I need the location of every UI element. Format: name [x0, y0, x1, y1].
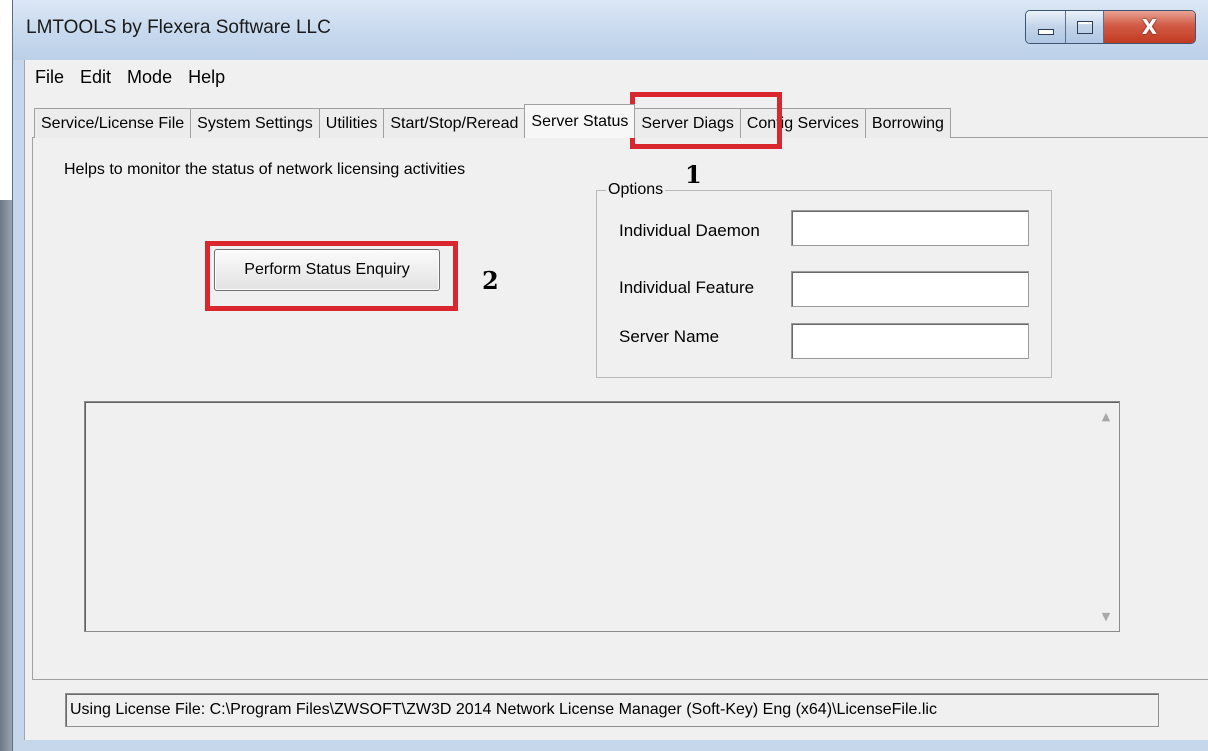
maximize-icon: [1076, 20, 1093, 34]
individual-daemon-label: Individual Daemon: [619, 221, 760, 240]
background-edge: [0, 200, 12, 751]
annotation-step-1: 1: [685, 160, 702, 189]
annotation-box-server-status-tab: [630, 92, 782, 149]
license-file-status: Using License File: C:\Program Files\ZWS…: [65, 693, 1159, 727]
tab-system-settings[interactable]: System Settings: [190, 108, 320, 138]
server-name-input[interactable]: [791, 323, 1029, 359]
individual-feature-label: Individual Feature: [619, 278, 755, 297]
menu-help[interactable]: Help: [182, 67, 231, 88]
status-output-area[interactable]: [84, 401, 1120, 632]
page-description: Helps to monitor the status of network l…: [64, 161, 466, 178]
minimize-button[interactable]: [1026, 11, 1066, 43]
maximize-button[interactable]: [1066, 11, 1104, 43]
tab-start-stop-reread[interactable]: Start/Stop/Reread: [383, 108, 526, 138]
scroll-up-arrow-icon[interactable]: ▲: [1094, 410, 1118, 430]
menu-mode[interactable]: Mode: [121, 67, 178, 88]
bottom-divider: [32, 679, 1208, 680]
menu-file[interactable]: File: [29, 67, 70, 88]
tab-utilities[interactable]: Utilities: [318, 108, 385, 138]
individual-feature-input[interactable]: [791, 271, 1029, 307]
menu-edit[interactable]: Edit: [74, 67, 117, 88]
individual-daemon-input[interactable]: [791, 210, 1029, 246]
scroll-down-arrow-icon[interactable]: ▼: [1094, 610, 1118, 630]
output-scrollbar[interactable]: [1094, 403, 1118, 630]
server-name-label: Server Name: [619, 327, 720, 346]
menu-bar: File Edit Mode Help: [25, 62, 231, 92]
close-button[interactable]: X: [1104, 11, 1195, 43]
options-legend: Options: [606, 181, 666, 199]
window-bottom-frame: [24, 740, 1208, 751]
tab-borrowing[interactable]: Borrowing: [864, 108, 951, 138]
tab-server-status[interactable]: Server Status: [524, 104, 636, 138]
tab-strip: Service/License File System Settings Uti…: [34, 104, 951, 138]
window-title: LMTOOLS by Flexera Software LLC: [26, 17, 331, 38]
caption-buttons: X: [1025, 10, 1196, 44]
annotation-step-2: 2: [482, 266, 499, 295]
minimize-icon: [1037, 29, 1054, 35]
annotation-box-perform-button: [205, 241, 458, 311]
tab-service-license-file[interactable]: Service/License File: [34, 108, 192, 138]
close-icon: X: [1141, 15, 1158, 39]
